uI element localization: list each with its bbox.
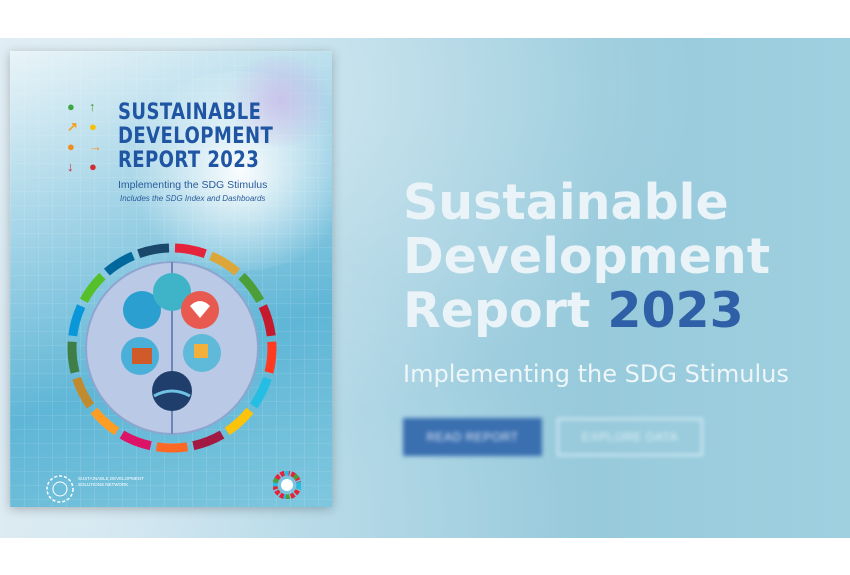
hero-subtitle: Implementing the SDG Stimulus — [403, 360, 789, 388]
sdg-ring-segment — [68, 304, 86, 337]
sdg-ring-segment — [209, 251, 241, 276]
cover-title: SUSTAINABLE DEVELOPMENT REPORT 2023 — [118, 101, 273, 173]
cover-subtitle: Implementing the SDG Stimulus — [118, 179, 268, 191]
hero-title-year: 2023 — [607, 282, 744, 339]
cover-title-line3: REPORT — [118, 148, 201, 173]
sdg-ring-segment — [119, 430, 152, 451]
sdg-ring-segment — [155, 442, 189, 453]
cover-title-line2: DEVELOPMENT — [118, 124, 274, 149]
sdg-ring-segment — [174, 243, 207, 258]
sdg-ring-segment — [224, 407, 254, 436]
report-cover[interactable]: ● ↑ ↗ ● ● → ↓ ● SUSTAINABLE DEVELOPMENT … — [10, 51, 332, 507]
sdsn-publisher-text: SUSTAINABLE DEVELOPMENT SOLUTIONS NETWOR… — [78, 476, 144, 487]
sdg-wheel-illustration — [67, 243, 277, 453]
sdsn-logo — [46, 475, 74, 503]
sdg-ring-segment — [137, 243, 170, 258]
cover-tagline: Includes the SDG Index and Dashboards — [120, 194, 266, 203]
sdg-ring-segment — [79, 272, 106, 304]
hero-title: Sustainable Development Report 2023 — [403, 176, 770, 338]
sdg-ring-segment — [67, 341, 80, 374]
sdg-ring-segment — [90, 407, 120, 436]
read-report-button[interactable]: READ REPORT — [403, 418, 542, 456]
explore-data-button[interactable]: EXPLORE DATA — [557, 418, 703, 456]
cover-title-line1: SUSTAINABLE — [118, 100, 262, 125]
sdg-ring-segment — [238, 272, 265, 304]
cover-title-year: 2023 — [207, 148, 260, 173]
sdg-ring-segment — [192, 430, 225, 451]
sdg-ring-segment — [72, 376, 95, 409]
hero-title-line2: Development — [403, 228, 771, 285]
sdg-ring-segment — [103, 251, 135, 276]
hero-title-line3: Report — [403, 282, 591, 339]
sdg-ring-segment — [264, 341, 277, 374]
sdg-ring-segment — [258, 304, 276, 337]
sdg-ring-segment — [249, 376, 272, 409]
sdg-symbols-icon: ● ↑ ↗ ● ● → ↓ ● — [67, 99, 102, 174]
hero-title-line1: Sustainable — [403, 174, 729, 231]
sdg-color-wheel-icon — [273, 471, 301, 499]
hero-banner: ● ↑ ↗ ● ● → ↓ ● SUSTAINABLE DEVELOPMENT … — [0, 38, 850, 538]
